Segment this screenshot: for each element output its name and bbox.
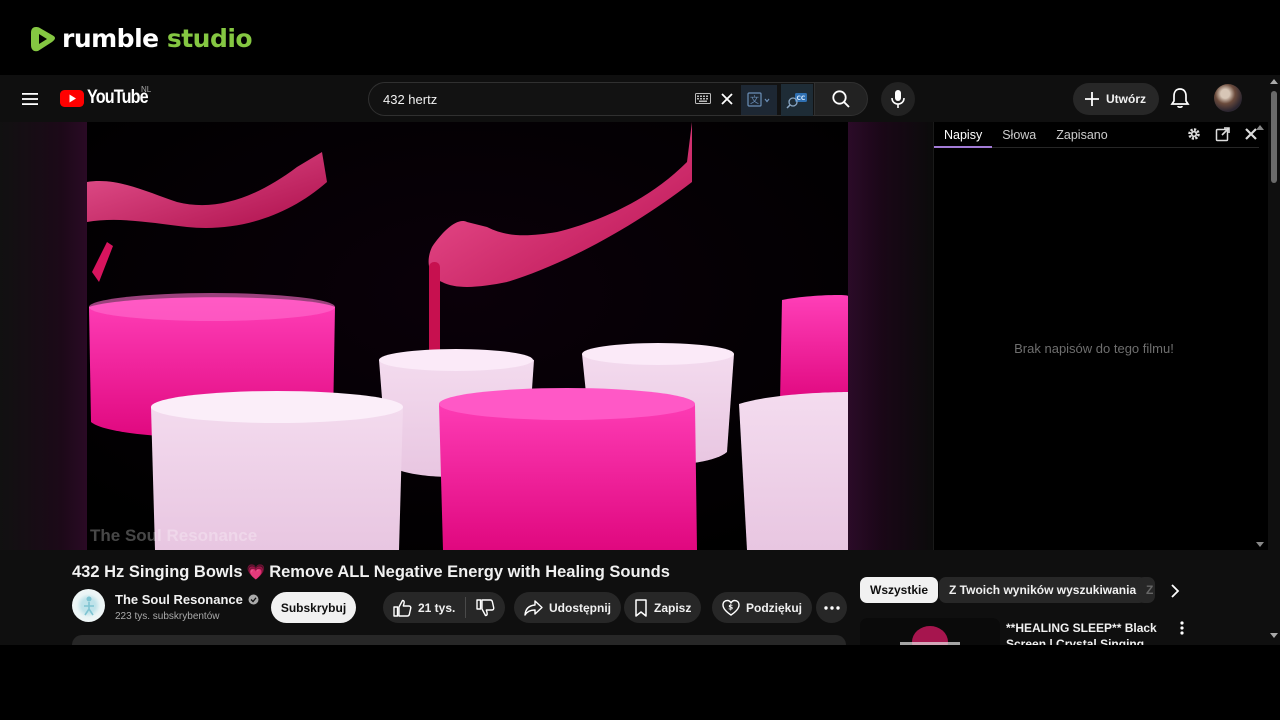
youtube-wordmark: YouTube bbox=[87, 87, 149, 108]
popout-icon[interactable] bbox=[1215, 126, 1231, 142]
tab-zapisano[interactable]: Zapisano bbox=[1046, 122, 1117, 148]
chevron-right-icon bbox=[1171, 584, 1180, 598]
bottom-letterbox bbox=[0, 645, 1280, 720]
related-thumbnail[interactable] bbox=[860, 618, 1000, 645]
save-button[interactable]: Zapisz bbox=[624, 592, 702, 623]
more-actions-button[interactable] bbox=[816, 592, 847, 623]
description-box[interactable] bbox=[72, 635, 846, 645]
bell-icon bbox=[1170, 88, 1190, 108]
title-part-1: 432 Hz Singing Bowls bbox=[72, 563, 243, 581]
share-icon bbox=[524, 599, 543, 616]
more-vertical-icon bbox=[1180, 621, 1184, 635]
clear-search-icon[interactable] bbox=[719, 91, 735, 107]
player-right-edge bbox=[848, 122, 933, 550]
heart-emoji: 💗 bbox=[246, 564, 266, 581]
tab-slowa[interactable]: Słowa bbox=[992, 122, 1046, 148]
youtube-play-icon bbox=[60, 89, 84, 107]
thumbs-up-icon bbox=[393, 599, 412, 617]
subtitles-panel-tools bbox=[1186, 126, 1258, 142]
save-label: Zapisz bbox=[654, 600, 692, 615]
subtitles-panel: Napisy Słowa Zapisano Brak napisów do te… bbox=[933, 122, 1268, 550]
svg-text:文: 文 bbox=[750, 94, 759, 106]
subtitles-extension-button[interactable]: CC bbox=[781, 84, 813, 116]
channel-name-text: The Soul Resonance bbox=[115, 592, 243, 607]
singing-bowls-video-image bbox=[87, 122, 848, 550]
video-watermark: The Soul Resonance bbox=[90, 526, 258, 545]
settings-gear-icon[interactable] bbox=[1186, 126, 1202, 142]
voice-search-button[interactable] bbox=[881, 82, 915, 116]
no-subtitles-message: Brak napisów do tego filmu! bbox=[1014, 341, 1174, 356]
subtitles-scrollbar[interactable] bbox=[1255, 122, 1265, 550]
channel-avatar[interactable] bbox=[72, 589, 105, 622]
related-menu-button[interactable] bbox=[1180, 621, 1184, 635]
microphone-icon bbox=[891, 90, 905, 108]
svg-text:$: $ bbox=[728, 603, 733, 611]
like-button[interactable]: 21 tys. bbox=[383, 592, 465, 623]
rumble-banner: rumble studio bbox=[0, 0, 1280, 75]
studio-word: studio bbox=[166, 24, 253, 53]
search-input[interactable] bbox=[383, 91, 683, 107]
rumble-play-icon bbox=[31, 26, 55, 51]
share-button[interactable]: Udostępnij bbox=[514, 592, 621, 623]
dislike-button[interactable] bbox=[466, 592, 505, 623]
more-horizontal-icon bbox=[823, 605, 840, 610]
svg-text:CC: CC bbox=[797, 95, 806, 102]
notifications-button[interactable] bbox=[1168, 86, 1192, 110]
search-button[interactable] bbox=[814, 82, 868, 116]
bookmark-icon bbox=[635, 598, 647, 617]
related-video-title[interactable]: **HEALING SLEEP** Black Screen | Crystal… bbox=[1006, 620, 1176, 645]
thumbs-down-icon bbox=[476, 598, 495, 616]
translate-icon: 文 bbox=[747, 92, 770, 107]
menu-button[interactable] bbox=[18, 87, 42, 111]
search-icon bbox=[832, 90, 850, 108]
player-left-edge bbox=[0, 122, 87, 550]
like-count: 21 tys. bbox=[418, 600, 456, 615]
plus-icon bbox=[1085, 92, 1099, 106]
create-button[interactable]: Utwórz bbox=[1073, 83, 1159, 115]
thanks-button[interactable]: $ Podziękuj bbox=[712, 592, 813, 623]
video-title: 432 Hz Singing Bowls 💗 Remove ALL Negative… bbox=[72, 563, 670, 582]
subtitle-search-icon: CC bbox=[786, 93, 807, 109]
tab-napisy[interactable]: Napisy bbox=[934, 122, 993, 148]
hamburger-icon bbox=[22, 93, 38, 105]
title-part-2: Remove ALL Negative Energy with Healing … bbox=[269, 563, 670, 581]
keyboard-icon[interactable] bbox=[695, 93, 711, 104]
rumble-studio-logo: rumble studio bbox=[30, 24, 253, 53]
country-code: NL bbox=[141, 85, 152, 94]
chips-next-button[interactable] bbox=[1164, 580, 1186, 602]
share-label: Udostępnij bbox=[549, 600, 611, 615]
chip-partial[interactable]: Z bbox=[1137, 577, 1155, 603]
thanks-label: Podziękuj bbox=[746, 600, 803, 615]
subscriber-count: 223 tys. subskrybentów bbox=[115, 611, 220, 622]
rumble-word: rumble bbox=[62, 24, 159, 53]
verified-badge-icon bbox=[248, 594, 259, 605]
search-box: 文 CC bbox=[368, 82, 814, 116]
page-scroll-thumb[interactable] bbox=[1271, 91, 1277, 183]
meditation-figure-icon bbox=[83, 596, 94, 615]
video-player[interactable]: The Soul Resonance bbox=[0, 122, 933, 550]
like-dislike-group: 21 tys. bbox=[383, 592, 506, 623]
search-bar: 文 CC bbox=[368, 82, 868, 116]
heart-dollar-icon: $ bbox=[722, 599, 740, 616]
channel-name[interactable]: The Soul Resonance bbox=[115, 592, 259, 607]
masthead: YouTube NL 文 bbox=[0, 75, 1268, 122]
youtube-window: YouTube NL 文 bbox=[0, 75, 1280, 645]
translate-extension-button[interactable]: 文 bbox=[741, 85, 777, 115]
account-avatar[interactable] bbox=[1214, 84, 1242, 112]
youtube-logo[interactable]: YouTube NL bbox=[60, 85, 158, 109]
scroll-arrows-icon bbox=[1256, 125, 1264, 547]
subscribe-button[interactable]: Subskrybuj bbox=[271, 592, 356, 623]
create-label: Utwórz bbox=[1106, 92, 1146, 106]
video-frame[interactable]: The Soul Resonance bbox=[87, 122, 848, 550]
chip-from-search[interactable]: Z Twoich wyników wyszukiwania bbox=[939, 577, 1147, 603]
related-thumbnail-image bbox=[860, 618, 1000, 645]
chip-all[interactable]: Wszystkie bbox=[860, 577, 939, 603]
